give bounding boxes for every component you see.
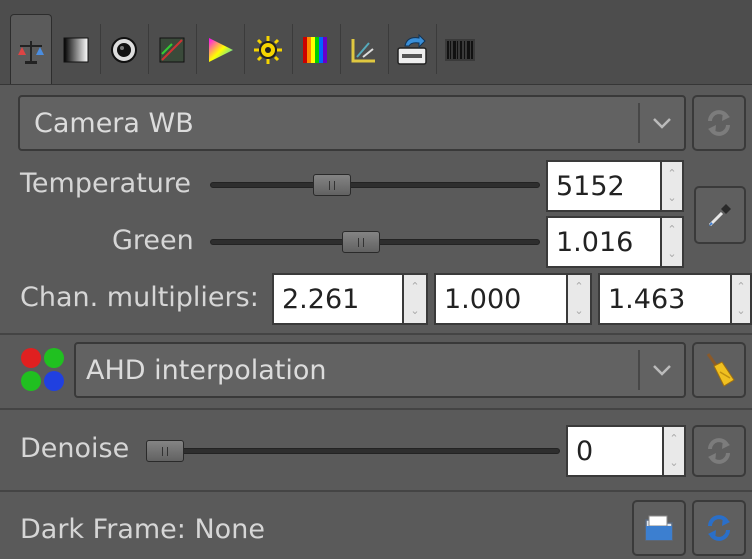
tab-lens[interactable]: [104, 16, 144, 84]
broom-icon: [706, 353, 735, 387]
tab-light-adjustments[interactable]: [248, 16, 288, 84]
dark-frame-label: Dark Frame: None: [20, 514, 265, 545]
spin-down-icon[interactable]: ⌄: [410, 305, 419, 316]
green-slider-handle[interactable]: [342, 231, 381, 253]
spin-up-icon[interactable]: ⌃: [574, 281, 583, 292]
tab-bar: [10, 10, 570, 89]
rgb-dots-icon: [18, 345, 68, 395]
refresh-icon: [708, 515, 730, 541]
wb-preset-value: Camera WB: [34, 107, 194, 139]
spin-down-icon[interactable]: ⌄: [574, 305, 583, 316]
tab-metadata[interactable]: [440, 16, 480, 84]
chan-green-spin-buttons[interactable]: ⌃ ⌄: [568, 273, 592, 325]
tab-color-profile[interactable]: [152, 16, 192, 84]
chan-multiplier-blue-input[interactable]: 1.463: [598, 273, 732, 325]
temperature-slider-track[interactable]: [210, 182, 540, 188]
green-spin-buttons[interactable]: ⌃ ⌄: [662, 216, 684, 268]
temperature-input[interactable]: 5152: [546, 160, 662, 212]
spin-up-icon[interactable]: ⌃: [667, 168, 676, 179]
tab-white-balance[interactable]: [10, 14, 52, 89]
tab-color-management[interactable]: [200, 16, 240, 84]
dark-frame-caption: Dark Frame:: [20, 514, 186, 545]
lens-circle-icon: [111, 37, 137, 63]
export-save-icon: [397, 34, 427, 65]
green-input[interactable]: 1.016: [546, 216, 662, 268]
denoise-reset-button[interactable]: [692, 425, 746, 477]
chan-blue-spin-buttons[interactable]: ⌃ ⌄: [732, 273, 752, 325]
spin-down-icon[interactable]: ⌄: [736, 305, 745, 316]
chan-multiplier-green-input[interactable]: 1.000: [434, 273, 568, 325]
interpolation-value: AHD interpolation: [86, 354, 327, 386]
tab-geometry[interactable]: [344, 16, 384, 84]
wb-preset-combo[interactable]: Camera WB: [18, 95, 686, 151]
chan-multiplier-red-input[interactable]: 2.261: [272, 273, 404, 325]
denoise-label: Denoise: [20, 433, 130, 464]
denoise-input[interactable]: 0: [566, 425, 664, 477]
temperature-slider-handle[interactable]: [313, 174, 351, 196]
tab-save[interactable]: [392, 16, 432, 84]
denoise-slider-handle[interactable]: [146, 440, 184, 462]
tab-spectrum[interactable]: [296, 16, 336, 84]
dark-frame-reset-button[interactable]: [692, 500, 746, 556]
spin-up-icon[interactable]: ⌃: [410, 281, 419, 292]
spin-up-icon[interactable]: ⌃: [667, 224, 676, 235]
spin-up-icon[interactable]: ⌃: [736, 281, 745, 292]
chevron-down-icon: [640, 364, 684, 376]
wb-reset-button[interactable]: [692, 95, 746, 151]
white-balance-scale-icon: [18, 41, 44, 64]
refresh-icon: [708, 438, 730, 464]
interpolation-combo[interactable]: AHD interpolation: [74, 342, 686, 398]
spin-up-icon[interactable]: ⌃: [669, 433, 678, 444]
chevron-down-icon: [640, 117, 684, 129]
folder-open-icon: [645, 515, 673, 541]
denoise-spin-buttons[interactable]: ⌃ ⌄: [664, 425, 686, 477]
spectrum-bars-icon: [303, 37, 327, 63]
green-label: Green: [112, 225, 194, 256]
gradient-square-icon: [63, 37, 89, 63]
spin-down-icon[interactable]: ⌄: [669, 457, 678, 468]
refresh-icon: [708, 110, 730, 136]
geometry-icon: [351, 39, 375, 63]
tab-base-curve[interactable]: [56, 16, 96, 84]
interpolation-clean-button[interactable]: [692, 342, 746, 398]
sun-gear-icon: [254, 36, 282, 64]
dark-frame-value: None: [194, 514, 265, 545]
temperature-spin-buttons[interactable]: ⌃ ⌄: [662, 160, 684, 212]
temperature-label: Temperature: [20, 168, 192, 199]
spin-down-icon[interactable]: ⌄: [667, 248, 676, 259]
chan-multipliers-label: Chan. multipliers:: [20, 282, 259, 313]
wb-picker-button[interactable]: [694, 186, 746, 244]
denoise-slider-track[interactable]: [146, 448, 560, 454]
barcode-metadata-icon: [445, 39, 475, 61]
spin-down-icon[interactable]: ⌄: [667, 192, 676, 203]
dark-frame-open-button[interactable]: [632, 500, 686, 556]
color-square-icon: [159, 37, 185, 63]
color-triangle-icon: [209, 38, 233, 62]
chan-red-spin-buttons[interactable]: ⌃ ⌄: [404, 273, 428, 325]
eyedropper-icon: [708, 204, 731, 227]
